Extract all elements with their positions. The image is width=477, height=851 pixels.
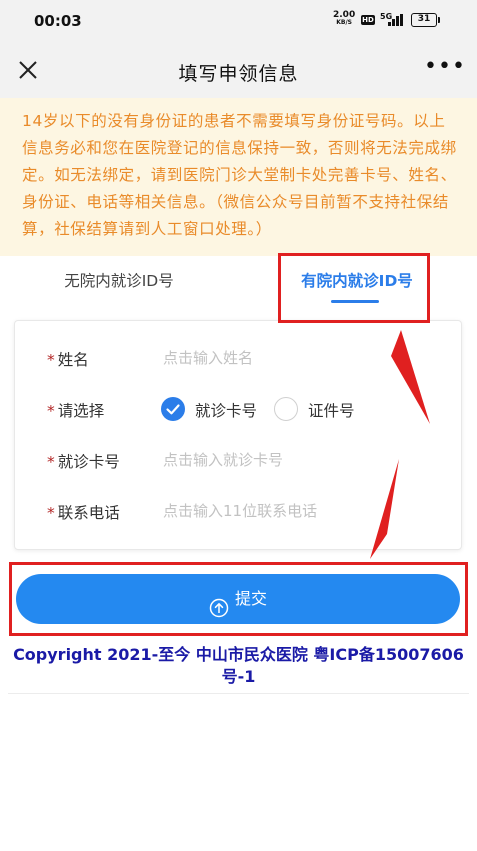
- page-title: 填写申领信息: [178, 63, 299, 85]
- card-no-input[interactable]: [163, 446, 443, 474]
- network-speed: 2.00 KB/S: [333, 11, 355, 27]
- phone-row: * 联系电话: [15, 491, 463, 531]
- footer-divider: [8, 693, 469, 694]
- form-card: *姓名 *请选择 就诊卡号 证件号 *就诊卡号 *联系电话: [14, 320, 462, 550]
- notice-banner: 14岁以下的没有身份证的患者不需要填写身份证号码。以上信息务必和您在医院登记的信…: [0, 98, 477, 256]
- select-label-text: 请选择: [57, 402, 105, 420]
- required-mark: *: [47, 351, 55, 369]
- battery-icon: 31: [411, 13, 440, 27]
- page: 00:03 2.00 KB/S HD 5G 31 填写申领信息 ••• 14岁以…: [0, 0, 477, 851]
- name-row: * 姓名: [15, 338, 463, 378]
- status-bar: 00:03 2.00 KB/S HD 5G 31: [0, 0, 477, 44]
- annotation-box-tab: [278, 253, 430, 323]
- signal-icon: [388, 14, 404, 26]
- tab-no-hospital-id[interactable]: 无院内就诊ID号: [0, 256, 238, 318]
- name-label: * 姓名: [47, 348, 89, 370]
- more-icon[interactable]: •••: [424, 56, 465, 82]
- required-mark: *: [47, 402, 55, 420]
- name-input[interactable]: [163, 344, 443, 372]
- radio-card-number[interactable]: 就诊卡号: [161, 395, 271, 423]
- phone-input[interactable]: [163, 497, 443, 525]
- radio-card-number-label: 就诊卡号: [195, 402, 258, 420]
- select-row: * 请选择 就诊卡号 证件号: [15, 389, 463, 429]
- annotation-box-button: [9, 562, 468, 636]
- hd-badge: HD: [361, 15, 375, 25]
- required-mark: *: [47, 453, 55, 471]
- required-mark: *: [47, 504, 55, 522]
- radio-checked-icon: [161, 397, 185, 421]
- status-time: 00:03: [34, 12, 82, 30]
- name-label-text: 姓名: [57, 351, 89, 369]
- phone-label: * 联系电话: [47, 501, 120, 523]
- network-speed-value: 2.00: [333, 10, 356, 20]
- nav-header: 填写申领信息 •••: [0, 44, 477, 98]
- radio-id-number[interactable]: 证件号: [274, 395, 374, 423]
- radio-unchecked-icon: [274, 397, 298, 421]
- card-no-label: * 就诊卡号: [47, 450, 120, 472]
- footer-copyright: Copyright 2021-至今 中山市民众医院 粤ICP备15007606号…: [13, 645, 464, 686]
- phone-label-text: 联系电话: [57, 504, 120, 522]
- network-speed-unit: KB/S: [336, 19, 352, 26]
- select-label: * 请选择: [47, 399, 104, 421]
- card-no-row: * 就诊卡号: [15, 440, 463, 480]
- notice-text: 14岁以下的没有身份证的患者不需要填写身份证号码。以上信息务必和您在医院登记的信…: [22, 112, 457, 238]
- card-no-label-text: 就诊卡号: [57, 453, 120, 471]
- radio-id-number-label: 证件号: [308, 402, 355, 420]
